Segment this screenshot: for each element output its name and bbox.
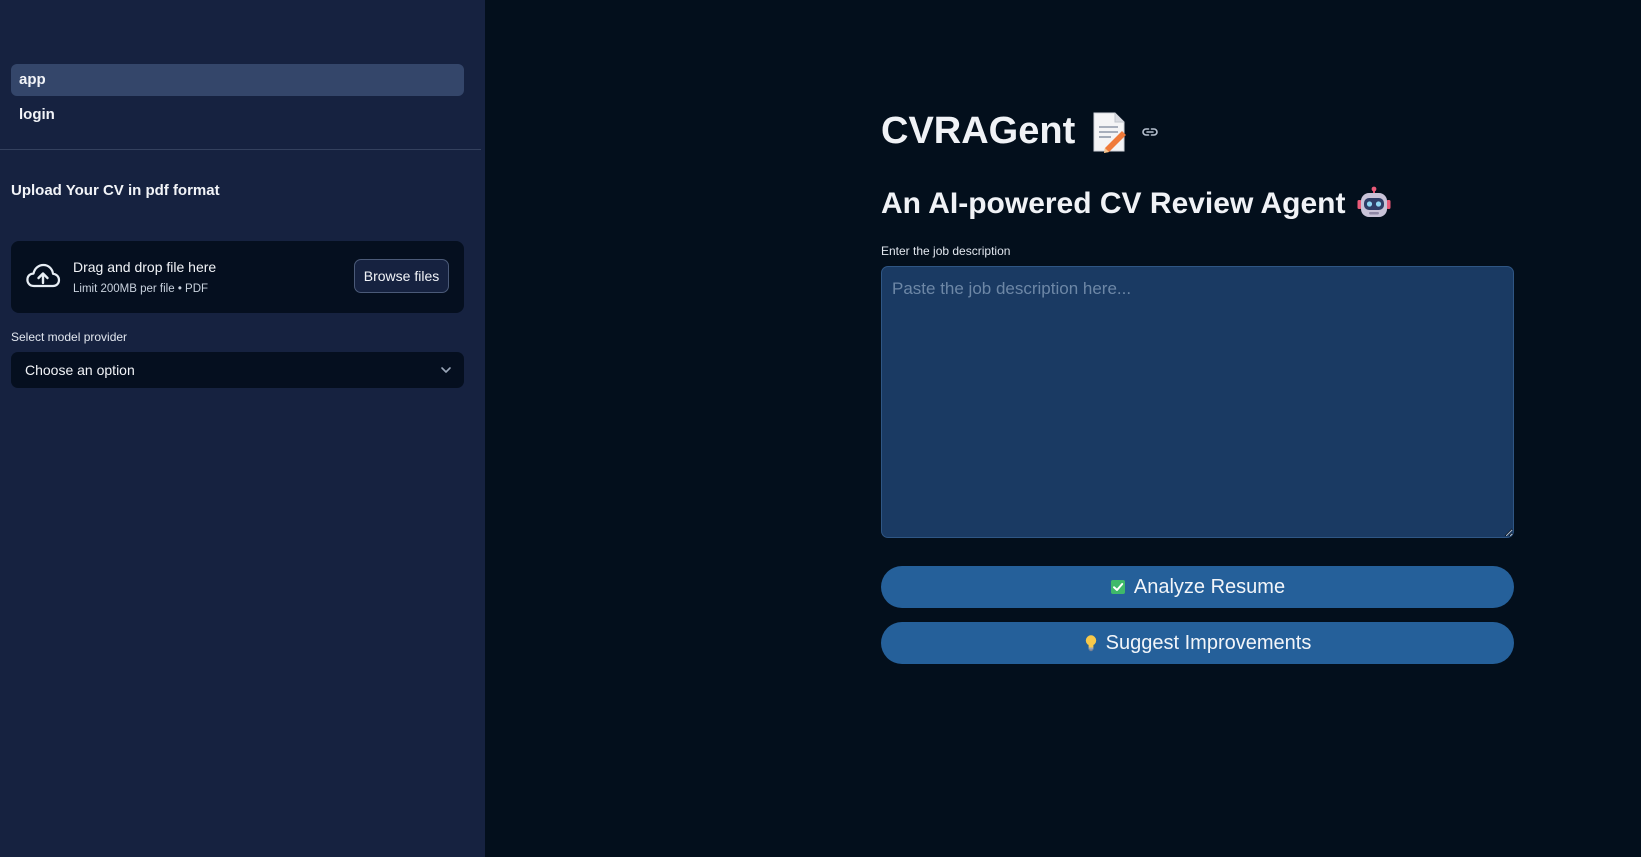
model-provider-select[interactable]: Choose an option: [11, 352, 464, 388]
sidebar: app login Upload Your CV in pdf format D…: [0, 0, 485, 857]
analyze-resume-button[interactable]: Analyze Resume: [881, 566, 1514, 608]
job-description-textarea[interactable]: [881, 266, 1514, 538]
nav-item-app[interactable]: app: [11, 64, 464, 96]
subtitle-row: An AI-powered CV Review Agent: [881, 186, 1392, 222]
chevron-down-icon: [441, 367, 451, 373]
link-icon[interactable]: [1141, 123, 1159, 141]
model-provider-value: Choose an option: [25, 362, 135, 378]
dropzone-limit: Limit 200MB per file • PDF: [73, 283, 209, 295]
memo-icon: [1093, 112, 1127, 153]
title-row: CVRAGent: [881, 110, 1159, 153]
robot-icon: [1357, 186, 1391, 217]
browse-files-button[interactable]: Browse files: [354, 259, 449, 293]
sidebar-nav: app login: [11, 64, 464, 134]
analyze-resume-label: Analyze Resume: [1133, 575, 1286, 598]
nav-item-login[interactable]: login: [11, 99, 464, 131]
light-bulb-icon: [1085, 635, 1096, 652]
main-content: CVRAGent An AI-powered CV Review Agent E…: [485, 0, 1641, 857]
dropzone-title: Drag and drop file here: [73, 259, 217, 275]
file-dropzone[interactable]: Drag and drop file here Limit 200MB per …: [11, 241, 464, 313]
suggest-improvements-button[interactable]: Suggest Improvements: [881, 622, 1514, 664]
app-window: app login Upload Your CV in pdf format D…: [0, 0, 1641, 857]
cloud-upload-icon: [26, 263, 61, 288]
page-subtitle: An AI-powered CV Review Agent: [881, 187, 1346, 220]
suggest-improvements-label: Suggest Improvements: [1105, 631, 1312, 654]
upload-heading: Upload Your CV in pdf format: [11, 182, 220, 199]
job-description-label: Enter the job description: [881, 244, 1011, 258]
check-box-icon: [1110, 580, 1125, 594]
sidebar-divider: [0, 149, 481, 150]
page-title: CVRAGent: [881, 110, 1076, 152]
model-provider-label: Select model provider: [11, 330, 128, 344]
